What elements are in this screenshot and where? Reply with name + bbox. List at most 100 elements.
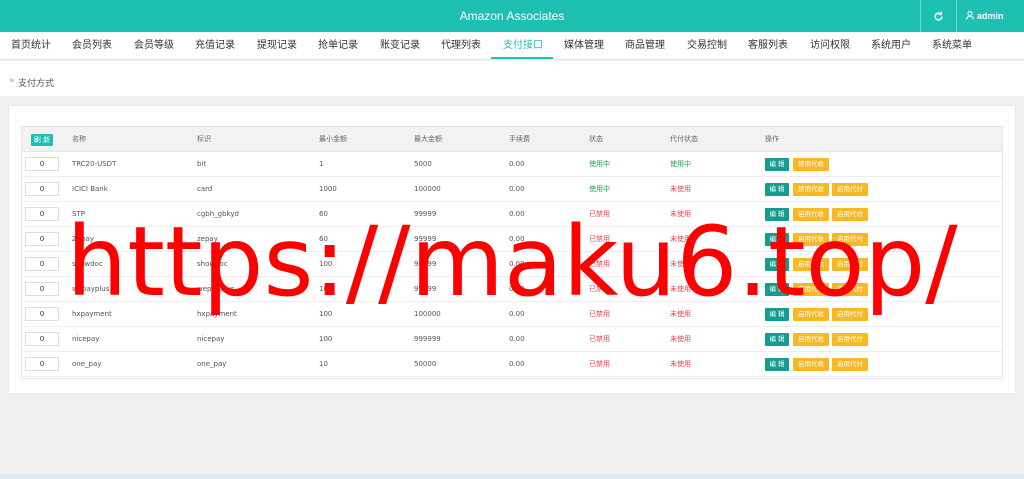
cell-name: one_pay — [72, 360, 102, 368]
cell-min: 60 — [319, 210, 328, 218]
table-row: 0 Zepay zepay 60 99999 0.00 已禁用 未使用 编 辑启用代收 启用代付 — [22, 227, 1002, 252]
toggle-payout-button[interactable]: 启用代付 — [832, 183, 868, 196]
nav-item-balance-log[interactable]: 账变记录 — [380, 32, 420, 60]
cell-code: hxpayment — [197, 310, 237, 318]
refresh-icon[interactable] — [928, 0, 948, 32]
cell-fee: 0.00 — [509, 185, 525, 193]
col-actions: 操作 — [765, 135, 779, 143]
toggle-collect-button[interactable]: 启用代收 — [793, 258, 829, 271]
nav-item-products[interactable]: 商品管理 — [625, 32, 665, 60]
cell-max: 99999 — [414, 285, 437, 293]
edit-button[interactable]: 编 辑 — [765, 283, 789, 296]
sort-input[interactable]: 0 — [25, 182, 59, 196]
nav-item-orders[interactable]: 抢单记录 — [318, 32, 358, 60]
table-header: 刷 新 名称 标识 最小金额 最大金额 手续费 状态 代付状态 操作 — [22, 127, 1002, 152]
toggle-collect-button[interactable]: 禁用代收 — [793, 158, 829, 171]
cell-status: 已禁用 — [589, 360, 610, 368]
header-divider — [956, 0, 957, 32]
cell-min: 100 — [319, 310, 333, 318]
edit-button[interactable]: 编 辑 — [765, 358, 789, 371]
edit-button[interactable]: 编 辑 — [765, 258, 789, 271]
cell-payout: 未使用 — [670, 285, 691, 293]
cell-payout: 未使用 — [670, 335, 691, 343]
cell-payout: 未使用 — [670, 360, 691, 368]
cell-min: 100 — [319, 285, 333, 293]
nav-item-media[interactable]: 媒体管理 — [564, 32, 604, 60]
sort-input[interactable]: 0 — [25, 357, 59, 371]
nav-item-members[interactable]: 会员列表 — [72, 32, 112, 60]
cell-max: 5000 — [414, 160, 432, 168]
cell-max: 50000 — [414, 360, 437, 368]
toggle-payout-button[interactable]: 启用代付 — [832, 358, 868, 371]
col-name: 名称 — [72, 135, 86, 143]
edit-button[interactable]: 编 辑 — [765, 333, 789, 346]
sort-input[interactable]: 0 — [25, 157, 59, 171]
cell-payout: 未使用 — [670, 185, 691, 193]
sort-input[interactable]: 0 — [25, 332, 59, 346]
toggle-payout-button[interactable]: 启用代付 — [832, 308, 868, 321]
toggle-collect-button[interactable]: 禁用代收 — [793, 183, 829, 196]
toggle-collect-button[interactable]: 启用代收 — [793, 233, 829, 246]
user-menu[interactable]: admin — [966, 0, 1004, 32]
cell-name: STP — [72, 210, 85, 218]
sort-input[interactable]: 0 — [25, 307, 59, 321]
cell-code: card — [197, 185, 213, 193]
toggle-payout-button[interactable]: 启用代付 — [832, 258, 868, 271]
edit-button[interactable]: 编 辑 — [765, 158, 789, 171]
table-row: 0 STP cgbh_gbkyd 60 99999 0.00 已禁用 未使用 编 辑启用代收 启用… — [22, 202, 1002, 227]
cell-fee: 0.00 — [509, 285, 525, 293]
breadcrumb-separator: » — [9, 76, 15, 86]
cell-name: wepayplus — [72, 285, 110, 293]
username: admin — [977, 11, 1004, 21]
toggle-payout-button[interactable]: 启用代付 — [832, 283, 868, 296]
nav-item-system-menu[interactable]: 系统菜单 — [932, 32, 972, 60]
toggle-collect-button[interactable]: 启用代收 — [793, 333, 829, 346]
cell-code: wepayplus — [197, 285, 235, 293]
sort-input[interactable]: 0 — [25, 232, 59, 246]
toggle-collect-button[interactable]: 启用代收 — [793, 358, 829, 371]
cell-status: 已禁用 — [589, 285, 610, 293]
cell-max: 100000 — [414, 185, 441, 193]
cell-status: 使用中 — [589, 185, 610, 193]
nav-item-withdraw[interactable]: 提现记录 — [257, 32, 297, 60]
nav-item-access[interactable]: 访问权限 — [810, 32, 850, 60]
edit-button[interactable]: 编 辑 — [765, 208, 789, 221]
refresh-icon-svg — [933, 11, 943, 21]
table-row: 0 showdoc showdoc 100 99999 0.00 已禁用 未使用 编 辑启用代收… — [22, 252, 1002, 277]
col-min: 最小金额 — [319, 135, 347, 143]
edit-button[interactable]: 编 辑 — [765, 233, 789, 246]
cell-min: 100 — [319, 260, 333, 268]
cell-fee: 0.00 — [509, 210, 525, 218]
cell-name: ICICI Bank — [72, 185, 108, 193]
nav-item-trade-control[interactable]: 交易控制 — [687, 32, 727, 60]
toggle-payout-button[interactable]: 启用代付 — [832, 233, 868, 246]
edit-button[interactable]: 编 辑 — [765, 308, 789, 321]
col-status: 状态 — [589, 135, 603, 143]
nav-item-payment[interactable]: 支付接口 — [503, 32, 543, 60]
app-title: Amazon Associates — [459, 9, 565, 23]
cell-fee: 0.00 — [509, 335, 525, 343]
cell-status: 使用中 — [589, 160, 610, 168]
sort-input[interactable]: 0 — [25, 207, 59, 221]
cell-fee: 0.00 — [509, 360, 525, 368]
cell-code: one_pay — [197, 360, 227, 368]
nav-item-dashboard[interactable]: 首页统计 — [11, 32, 51, 60]
cell-name: TRC20-USDT — [72, 160, 117, 168]
sort-input[interactable]: 0 — [25, 257, 59, 271]
toggle-collect-button[interactable]: 启用代收 — [793, 208, 829, 221]
toggle-collect-button[interactable]: 启用代收 — [793, 308, 829, 321]
edit-button[interactable]: 编 辑 — [765, 183, 789, 196]
toggle-collect-button[interactable]: 启用代收 — [793, 283, 829, 296]
header-divider — [920, 0, 921, 32]
cell-name: hxpayment — [72, 310, 112, 318]
cell-payout: 未使用 — [670, 260, 691, 268]
nav-item-member-levels[interactable]: 会员等级 — [134, 32, 174, 60]
table-refresh-button[interactable]: 刷 新 — [31, 134, 53, 146]
nav-item-recharge[interactable]: 充值记录 — [195, 32, 235, 60]
toggle-payout-button[interactable]: 启用代付 — [832, 333, 868, 346]
toggle-payout-button[interactable]: 启用代付 — [832, 208, 868, 221]
nav-item-support[interactable]: 客服列表 — [748, 32, 788, 60]
nav-item-agents[interactable]: 代理列表 — [441, 32, 481, 60]
sort-input[interactable]: 0 — [25, 282, 59, 296]
nav-item-system-users[interactable]: 系统用户 — [871, 32, 911, 60]
